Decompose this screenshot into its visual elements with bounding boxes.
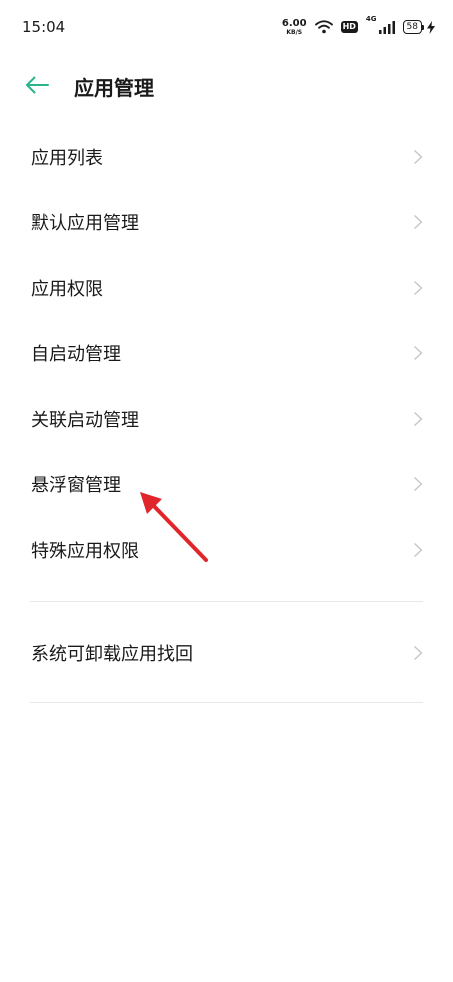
hd-badge: HD — [340, 21, 358, 33]
menu-list: 应用列表 默认应用管理 应用权限 自启动管理 关联启动管理 悬浮窗管理 特殊应用… — [0, 124, 453, 703]
chevron-right-icon — [414, 215, 423, 230]
status-bar: 15:04 6.00 KB/S HD 4G 58 — [0, 0, 453, 56]
menu-item-label: 应用列表 — [31, 147, 103, 169]
status-time: 15:04 — [22, 18, 66, 36]
menu-item-label: 应用权限 — [31, 278, 103, 300]
menu-item-special-permissions[interactable]: 特殊应用权限 — [0, 517, 453, 583]
battery-indicator: 58 — [402, 20, 424, 34]
battery-cap — [422, 24, 424, 30]
menu-item-floating-window[interactable]: 悬浮窗管理 — [0, 452, 453, 518]
menu-item-label: 默认应用管理 — [31, 213, 139, 235]
menu-item-restore-system-apps[interactable]: 系统可卸载应用找回 — [0, 604, 453, 702]
wifi-icon — [314, 20, 333, 34]
charging-icon — [427, 20, 435, 34]
menu-item-app-permissions[interactable]: 应用权限 — [0, 255, 453, 321]
battery-level: 58 — [402, 20, 422, 34]
back-button[interactable] — [22, 72, 52, 98]
network-speed: 6.00 KB/S — [281, 17, 307, 36]
network-type-label: 4G — [365, 15, 377, 23]
chevron-right-icon — [414, 411, 423, 426]
chevron-right-icon — [414, 149, 423, 164]
signal-icon — [378, 20, 395, 34]
menu-item-label: 特殊应用权限 — [31, 540, 139, 562]
chevron-right-icon — [414, 477, 423, 492]
chevron-right-icon — [414, 645, 423, 660]
menu-item-autostart[interactable]: 自启动管理 — [0, 321, 453, 387]
menu-item-default-apps[interactable]: 默认应用管理 — [0, 190, 453, 256]
section-divider — [30, 701, 423, 703]
chevron-right-icon — [414, 280, 423, 295]
menu-item-associated-start[interactable]: 关联启动管理 — [0, 386, 453, 452]
menu-item-label: 关联启动管理 — [31, 409, 139, 431]
network-speed-value: 6.00 — [281, 17, 307, 29]
menu-item-label: 系统可卸载应用找回 — [31, 643, 193, 665]
menu-item-label: 自启动管理 — [31, 344, 121, 366]
app-header: 应用管理 — [0, 60, 453, 110]
menu-item-app-list[interactable]: 应用列表 — [0, 124, 453, 190]
menu-item-label: 悬浮窗管理 — [31, 475, 121, 497]
back-arrow-icon — [26, 76, 49, 94]
chevron-right-icon — [414, 346, 423, 361]
page-title: 应用管理 — [74, 76, 154, 100]
chevron-right-icon — [414, 542, 423, 557]
status-icons: 6.00 KB/S HD 4G 58 — [282, 15, 435, 39]
annotation-arrow-icon — [140, 492, 208, 562]
network-speed-unit: KB/S — [286, 28, 303, 36]
